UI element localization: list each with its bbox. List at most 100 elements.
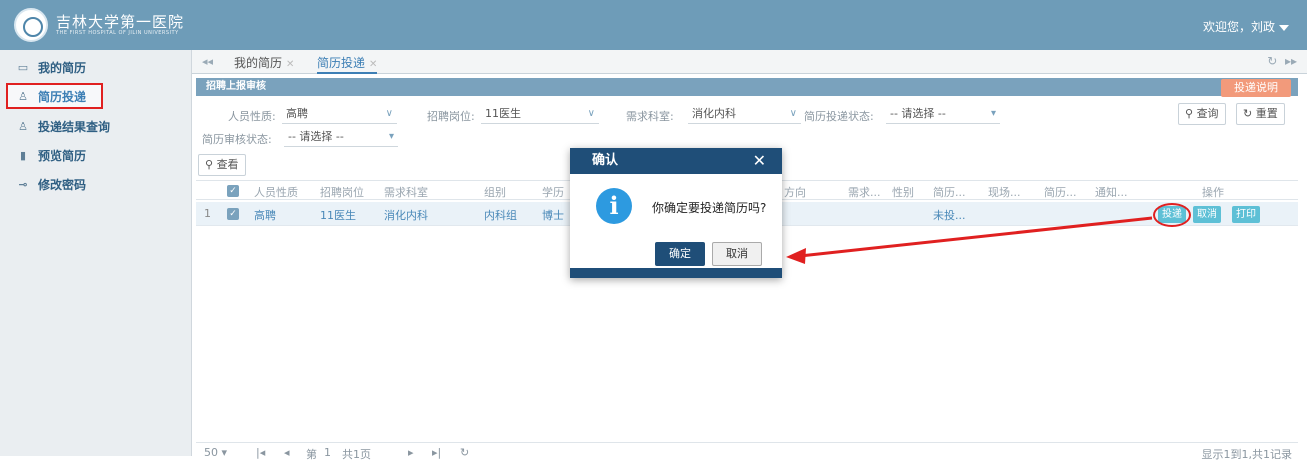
column-header[interactable]: 需求科室 xyxy=(384,184,428,200)
caret-down-icon: ▾ xyxy=(990,108,996,119)
cell-degree: 博士 xyxy=(542,209,564,222)
lock-icon: ⊸ xyxy=(18,177,28,191)
row-index: 1 xyxy=(204,207,211,220)
position-label: 招聘岗位: xyxy=(427,110,475,123)
cancel-row-button[interactable]: 取消 xyxy=(1193,206,1221,223)
user-menu[interactable]: 欢迎您，刘政 xyxy=(1203,18,1289,35)
cell-person-type: 高聘 xyxy=(254,209,276,222)
prev-page-icon[interactable]: ◂ xyxy=(284,446,290,459)
column-header[interactable]: 通知... xyxy=(1095,184,1128,200)
sidebar-item-my-resume[interactable]: ▭ 我的简历 xyxy=(6,54,86,80)
column-header[interactable]: 学历 xyxy=(542,184,564,200)
dialog-footer xyxy=(570,268,782,278)
audit-status-select[interactable]: -- 请选择 -- ▾ xyxy=(284,127,398,147)
logo-emblem-icon xyxy=(14,8,48,42)
column-header[interactable]: 招聘岗位 xyxy=(320,184,364,200)
tabs-bar: ◂◂ 我的简历 ✕ 简历投递 ✕ ↻ ▸▸ xyxy=(192,50,1307,74)
submit-help-button[interactable]: 投递说明 xyxy=(1221,79,1291,97)
search-icon: ⚲ xyxy=(205,158,214,171)
column-header[interactable]: 简历... xyxy=(933,184,966,200)
pager-summary: 显示1到1,共1记录 xyxy=(1201,448,1293,461)
chevron-down-icon: ∨ xyxy=(385,108,393,119)
submit-status-select[interactable]: -- 请选择 -- ▾ xyxy=(886,104,1000,124)
last-page-icon[interactable]: ▸| xyxy=(432,446,441,459)
info-icon: i xyxy=(596,188,632,224)
view-button[interactable]: ⚲ 查看 xyxy=(198,154,246,176)
position-select[interactable]: 11医生 ∨ xyxy=(481,104,599,124)
audit-status-label: 简历审核状态: xyxy=(202,133,272,146)
column-header[interactable]: 性别 xyxy=(892,184,914,200)
sidebar-item-label: 我的简历 xyxy=(38,60,87,75)
sidebar-item-label: 修改密码 xyxy=(38,177,87,192)
logo-subtitle: THE FIRST HOSPITAL OF JILIN UNIVERSITY xyxy=(56,30,179,36)
cell-position: 11医生 xyxy=(320,209,356,222)
row-checkbox[interactable]: ✓ xyxy=(227,208,239,220)
dialog-title: 确认 xyxy=(592,153,619,168)
confirm-cancel-button[interactable]: 取消 xyxy=(712,242,762,266)
column-header: 操作 xyxy=(1202,186,1224,199)
column-header[interactable]: 需求... xyxy=(848,184,881,200)
print-row-button[interactable]: 打印 xyxy=(1232,206,1260,223)
top-header: 吉林大学第一医院 THE FIRST HOSPITAL OF JILIN UNI… xyxy=(0,0,1307,50)
cell-resume-status: 未投... xyxy=(933,209,966,222)
confirm-dialog: 确认 ✕ i 你确定要投递简历吗? 确定 取消 xyxy=(570,148,782,278)
reload-icon[interactable]: ↻ xyxy=(460,446,469,459)
reset-button[interactable]: ↻ 重置 xyxy=(1236,103,1285,125)
dept-select[interactable]: 消化内科 ∨ xyxy=(688,104,801,124)
sidebar-item-change-password[interactable]: ⊸ 修改密码 xyxy=(6,171,86,197)
pager: 50 ▾ |◂ ◂ 第 1 共1页 ▸ ▸| ↻ 显示1到1,共1记录 xyxy=(196,442,1298,461)
page-prefix: 第 xyxy=(306,448,317,461)
column-header[interactable]: 组别 xyxy=(484,184,506,200)
confirm-ok-button[interactable]: 确定 xyxy=(655,242,705,266)
close-icon[interactable]: ✕ xyxy=(753,148,766,174)
preview-icon: ▮ xyxy=(19,148,27,162)
cell-dept: 消化内科 xyxy=(384,209,428,222)
first-page-icon[interactable]: |◂ xyxy=(256,446,265,459)
page-total: 共1页 xyxy=(342,448,371,461)
sidebar-item-preview-resume[interactable]: ▮ 预览简历 xyxy=(6,142,86,168)
dialog-message: 你确定要投递简历吗? xyxy=(652,201,767,215)
page-input[interactable]: 1 xyxy=(324,446,331,459)
dialog-header: 确认 ✕ xyxy=(570,148,782,174)
tab-my-resume[interactable]: 我的简历 ✕ xyxy=(234,53,294,74)
column-header[interactable]: 人员性质 xyxy=(254,184,298,200)
select-all-checkbox[interactable]: ✓ xyxy=(227,185,239,197)
search-button[interactable]: ⚲ 查询 xyxy=(1178,103,1226,125)
page-size-select[interactable]: 50 ▾ xyxy=(204,446,227,459)
tab-scroll-right-icon[interactable]: ▸▸ xyxy=(1285,54,1297,68)
close-icon[interactable]: ✕ xyxy=(369,59,377,70)
sidebar-item-result-query[interactable]: ♙ 投递结果查询 xyxy=(6,113,110,139)
chevron-down-icon: ∨ xyxy=(587,108,595,119)
section-title: 招聘上报审核 xyxy=(196,78,1298,96)
user-greeting: 欢迎您，刘政 xyxy=(1202,20,1275,34)
sidebar-item-label: 预览简历 xyxy=(38,148,87,163)
column-header[interactable]: 方向 xyxy=(784,184,806,200)
highlight-circle xyxy=(1153,203,1191,227)
close-icon[interactable]: ✕ xyxy=(286,59,294,70)
person-type-select[interactable]: 高聘 ∨ xyxy=(282,104,397,124)
caret-down-icon xyxy=(1279,24,1289,31)
upload-icon: ♙ xyxy=(18,89,28,103)
card-icon: ▭ xyxy=(17,60,29,74)
dept-label: 需求科室: xyxy=(626,110,674,123)
person-type-label: 人员性质: xyxy=(228,110,276,123)
annotation-arrow-head xyxy=(786,248,806,264)
tab-scroll-left-icon[interactable]: ◂◂ xyxy=(202,55,213,68)
sidebar: ▭ 我的简历 ♙ 简历投递 ♙ 投递结果查询 ▮ 预览简历 ⊸ 修改密码 xyxy=(0,50,192,456)
tab-tools: ↻ ▸▸ xyxy=(1267,54,1297,68)
refresh-icon: ↻ xyxy=(1243,107,1253,120)
caret-down-icon: ▾ xyxy=(388,131,394,142)
column-header[interactable]: 简历... xyxy=(1044,184,1077,200)
upload-icon: ♙ xyxy=(18,119,28,133)
sidebar-item-submit-resume[interactable]: ♙ 简历投递 xyxy=(6,83,103,109)
cell-group: 内科组 xyxy=(484,209,517,222)
search-icon: ⚲ xyxy=(1185,107,1194,120)
submit-status-label: 简历投递状态: xyxy=(804,110,874,123)
refresh-icon[interactable]: ↻ xyxy=(1267,54,1277,68)
column-header[interactable]: 现场... xyxy=(988,184,1021,200)
chevron-down-icon: ∨ xyxy=(789,108,797,119)
hospital-logo: 吉林大学第一医院 THE FIRST HOSPITAL OF JILIN UNI… xyxy=(14,8,184,42)
sidebar-item-label: 投递结果查询 xyxy=(38,119,111,134)
tab-submit-resume[interactable]: 简历投递 ✕ xyxy=(317,53,378,74)
next-page-icon[interactable]: ▸ xyxy=(408,446,414,459)
